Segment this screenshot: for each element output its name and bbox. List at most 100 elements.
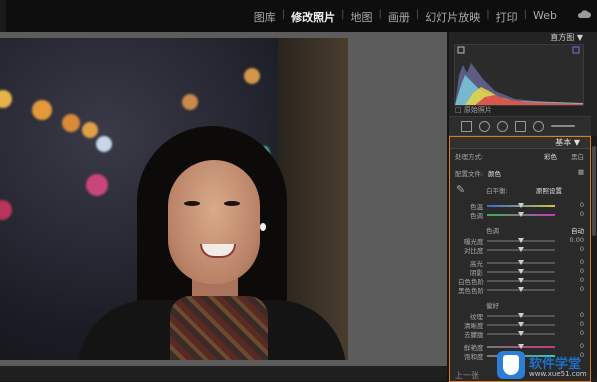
tint-label: 色调	[470, 212, 483, 220]
blacks-slider[interactable]	[487, 287, 555, 292]
slider-knob[interactable]	[518, 260, 524, 265]
slider-knob[interactable]	[518, 278, 524, 283]
texture-value[interactable]: 0	[580, 311, 584, 319]
bokeh-light	[82, 122, 98, 138]
profile-label: 配置文件:	[455, 170, 484, 178]
module-map[interactable]: 地图	[345, 9, 379, 25]
highlights-value[interactable]: 0	[580, 258, 584, 266]
clarity-slider[interactable]	[487, 322, 555, 327]
texture-slider[interactable]	[487, 313, 555, 318]
vibrance-slider[interactable]	[487, 344, 555, 349]
adjustment-brush-icon[interactable]	[551, 125, 575, 127]
radial-filter-icon[interactable]	[533, 121, 544, 132]
exposure-value[interactable]: 0.00	[570, 236, 584, 244]
treatment-label: 处理方式:	[455, 153, 484, 161]
subject-scarf	[170, 296, 268, 360]
wb-select[interactable]: 原照设置	[536, 185, 562, 195]
blacks-value[interactable]: 0	[580, 285, 584, 293]
slider-knob[interactable]	[518, 344, 524, 349]
subject-eye	[224, 201, 240, 206]
contrast-value[interactable]: 0	[580, 245, 584, 253]
portrait-photo[interactable]	[0, 38, 348, 360]
bokeh-light	[0, 200, 12, 220]
whites-slider[interactable]	[487, 278, 555, 283]
dehaze-value[interactable]: 0	[580, 329, 584, 337]
profile-browser-icon[interactable]: ▦	[578, 168, 584, 176]
spot-removal-icon[interactable]	[479, 121, 490, 132]
shadows-value[interactable]: 0	[580, 267, 584, 275]
tool-strip	[449, 116, 591, 136]
slider-knob[interactable]	[518, 313, 524, 318]
dehaze-label: 去朦胧	[464, 331, 484, 339]
eyedropper-icon[interactable]: ✎	[456, 183, 465, 196]
tone-auto-button[interactable]: 自动	[571, 225, 584, 235]
module-library[interactable]: 图库	[248, 9, 282, 25]
original-photo-toggle[interactable]: □ 原始照片	[455, 105, 492, 115]
subject-face	[168, 160, 260, 284]
tone-label: 色调	[486, 227, 499, 235]
bokeh-light	[96, 136, 112, 152]
vibrance-value[interactable]: 0	[580, 342, 584, 350]
slider-knob[interactable]	[518, 247, 524, 252]
basic-panel: 基本 ▼ 处理方式: 彩色 黑白 配置文件: 颜色 ▦ ✎ 白平衡: 原照设置 …	[449, 136, 591, 382]
blacks-label: 黑色色阶	[458, 287, 484, 295]
histogram-header[interactable]: 直方图 ▼	[449, 32, 597, 44]
bokeh-light	[86, 174, 108, 196]
bokeh-light	[244, 68, 260, 84]
shadows-slider[interactable]	[487, 269, 555, 274]
highlights-slider[interactable]	[487, 260, 555, 265]
module-slideshow[interactable]: 幻灯片放映	[419, 9, 486, 25]
bokeh-light	[0, 90, 12, 108]
treatment-bw-option[interactable]: 黑白	[571, 151, 584, 161]
clarity-value[interactable]: 0	[580, 320, 584, 328]
previous-button[interactable]: 上一张	[455, 370, 479, 381]
redeye-icon[interactable]	[497, 121, 508, 132]
exposure-slider[interactable]	[487, 238, 555, 243]
contrast-slider[interactable]	[487, 247, 555, 252]
contrast-label: 对比度	[464, 247, 484, 255]
module-web[interactable]: Web	[527, 9, 563, 25]
slider-knob[interactable]	[518, 287, 524, 292]
graduated-filter-icon[interactable]	[515, 121, 526, 132]
slider-knob[interactable]	[518, 203, 524, 208]
watermark-url: www.xue51.com	[529, 370, 587, 378]
watermark-logo-icon	[497, 351, 525, 379]
subject-earring	[260, 223, 266, 231]
slider-knob[interactable]	[518, 212, 524, 217]
slider-knob[interactable]	[518, 238, 524, 243]
whites-value[interactable]: 0	[580, 276, 584, 284]
temp-slider[interactable]	[487, 203, 555, 208]
bokeh-light	[182, 94, 198, 110]
module-bar: 图库 | 修改照片 | 地图 | 画册 | 幻灯片放映 | 打印 | Web	[0, 0, 597, 32]
module-develop[interactable]: 修改照片	[285, 9, 341, 25]
site-watermark: 软件学堂 www.xue51.com	[497, 351, 597, 381]
saturation-label: 饱和度	[464, 353, 484, 361]
slider-knob[interactable]	[518, 269, 524, 274]
bokeh-light	[62, 114, 80, 132]
photo-workspace[interactable]	[0, 32, 447, 366]
histogram-graph	[455, 46, 583, 105]
profile-select[interactable]: 颜色	[488, 168, 501, 178]
cloud-sync-icon[interactable]	[577, 9, 591, 19]
tint-slider[interactable]	[487, 212, 555, 217]
histogram-title: 直方图	[550, 33, 575, 42]
module-print[interactable]: 打印	[490, 9, 524, 25]
basic-panel-title: 基本	[555, 138, 572, 147]
basic-panel-header[interactable]: 基本 ▼	[450, 137, 590, 149]
dehaze-slider[interactable]	[487, 331, 555, 336]
original-photo-label: 原始照片	[463, 106, 492, 114]
develop-panel: 直方图 ▼ □ 原始照片 基本 ▼ 处理方式: 彩色 黑白 配置文件: 颜色 ▦	[449, 32, 597, 382]
treatment-color-option[interactable]: 彩色	[544, 151, 557, 161]
panel-scrollbar[interactable]	[591, 136, 597, 380]
scrollbar-thumb[interactable]	[592, 146, 596, 236]
module-picker: 图库 | 修改照片 | 地图 | 画册 | 幻灯片放映 | 打印 | Web	[248, 9, 563, 25]
slider-knob[interactable]	[518, 322, 524, 327]
crop-tool-icon[interactable]	[461, 121, 472, 132]
slider-knob[interactable]	[518, 331, 524, 336]
histogram[interactable]	[454, 44, 584, 106]
tint-value[interactable]: 0	[580, 210, 584, 218]
bokeh-light	[32, 100, 52, 120]
module-book[interactable]: 画册	[382, 9, 416, 25]
temp-value[interactable]: 0	[580, 201, 584, 209]
identity-plate	[0, 0, 6, 32]
